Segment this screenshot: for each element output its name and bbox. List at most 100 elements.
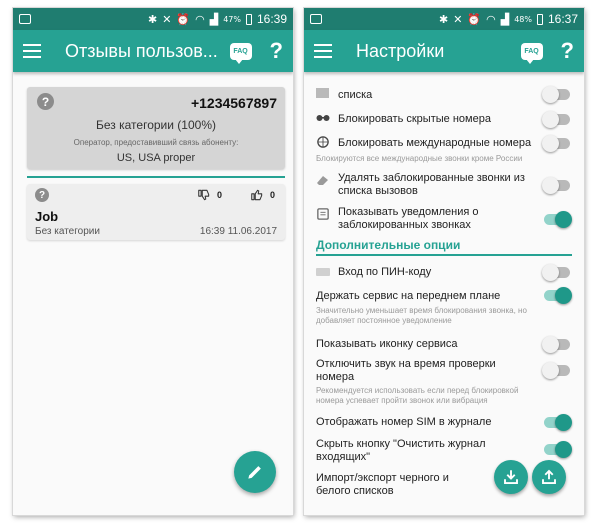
setting-label-cont: заблокированных звонках [338, 219, 471, 231]
setting-label: Показывать иконку сервиса [316, 338, 458, 350]
toggle-switch[interactable] [542, 264, 570, 281]
menu-icon[interactable] [23, 44, 41, 58]
menu-icon[interactable] [314, 44, 332, 58]
setting-label: Блокировать скрытые номера [338, 113, 491, 125]
bluetooth-icon: ✱ [438, 12, 449, 26]
setting-delete-blocked[interactable]: Удалять заблокированные звонки из списка… [316, 170, 572, 200]
toggle-switch[interactable] [544, 211, 572, 228]
app-title: Настройки [356, 40, 445, 61]
eraser-icon [317, 176, 328, 185]
divider [27, 176, 285, 178]
status-bar: ✱ ✕ ⏰ ◠ ▟ 47% 16:39 [13, 8, 293, 30]
phone-screen-settings: ✱ ✕ ⏰ ◠ ▟ 48% 16:37 Настройки FAQ ? спис… [304, 8, 584, 515]
setting-label: Отображать номер SIM в журнале [316, 416, 492, 428]
dislike-count: 0 [216, 190, 222, 200]
section-header-extra: Дополнительные опции [316, 238, 461, 252]
review-datetime: 16:39 11.06.2017 [199, 226, 277, 237]
setting-label-cont: номера [316, 371, 355, 383]
add-review-button[interactable] [234, 451, 276, 493]
setting-label: Отключить звук на время проверки [316, 358, 496, 370]
setting-label-cont: входящих" [316, 451, 371, 463]
app-bar: Отзывы пользов... FAQ ? [13, 30, 293, 72]
thumbs-down-icon[interactable] [197, 188, 211, 202]
mute-icon: ✕ [453, 12, 463, 26]
import-button[interactable] [494, 460, 528, 494]
setting-label: Блокировать международные номера [338, 137, 532, 149]
setting-block-hidden[interactable]: Блокировать скрытые номера [316, 110, 572, 128]
alarm-icon: ⏰ [176, 12, 191, 26]
setting-label: Удалять заблокированные звонки из [338, 172, 525, 184]
mute-icon: ✕ [162, 12, 172, 26]
setting-sim-in-log[interactable]: Отображать номер SIM в журнале [316, 414, 572, 434]
export-button[interactable] [532, 460, 566, 494]
toggle-switch[interactable] [542, 177, 570, 194]
setting-show-notifications[interactable]: Показывать уведомления о заблокированных… [316, 202, 572, 232]
list-icon [316, 88, 329, 98]
status-bar: ✱ ✕ ⏰ ◠ ▟ 48% 16:37 [304, 8, 584, 30]
setting-description: Блокируются все международные звонки кро… [316, 154, 523, 163]
signal-icon: ▟ [500, 12, 510, 26]
battery-percent: 47% [223, 14, 241, 24]
toggle-switch[interactable] [542, 86, 570, 103]
help-icon[interactable]: ? [270, 38, 283, 64]
section-divider [316, 254, 572, 256]
app-bar: Настройки FAQ ? [304, 30, 584, 72]
gallery-notification-icon [19, 14, 31, 24]
toggle-switch[interactable] [542, 135, 570, 152]
setting-description-cont: номера успевает пройти звонок или вибрац… [316, 396, 488, 405]
setting-description: Рекомендуется использовать если перед бл… [316, 386, 519, 395]
bluetooth-icon: ✱ [147, 12, 158, 26]
setting-label-cont: списка вызовов [338, 185, 418, 197]
setting-foreground-service[interactable]: Держать сервис на переднем плане Значите… [316, 287, 572, 328]
setting-lists-tail[interactable]: списка [316, 86, 572, 104]
incognito-glasses-icon [316, 115, 330, 121]
battery-percent: 48% [514, 14, 532, 24]
setting-block-international[interactable]: Блокировать международные номера Блокиру… [316, 134, 572, 164]
toggle-switch[interactable] [544, 414, 572, 431]
phone-screen-reviews: ✱ ✕ ⏰ ◠ ▟ 47% 16:39 Отзывы пользов... FA… [13, 8, 293, 515]
review-title: Job [35, 209, 59, 224]
alarm-icon: ⏰ [467, 12, 482, 26]
setting-pin-login[interactable]: Вход по ПИН-коду [316, 262, 572, 282]
unknown-category-icon: ? [35, 188, 49, 202]
like-count: 0 [269, 190, 275, 200]
upload-icon [542, 469, 556, 484]
toggle-switch[interactable] [544, 441, 572, 458]
operator-value: US, USA proper [116, 152, 196, 164]
battery-icon [245, 13, 252, 25]
pin-keyboard-icon [316, 268, 330, 276]
category-rating: Без категории (100%) [96, 118, 216, 132]
wifi-icon: ◠ [486, 12, 496, 26]
globe-icon [317, 136, 329, 148]
setting-mute-during-check[interactable]: Отключить звук на время проверки номера … [316, 356, 572, 410]
pencil-icon [248, 466, 261, 479]
status-time: 16:39 [256, 12, 287, 26]
setting-show-service-icon[interactable]: Показывать иконку сервиса [316, 336, 572, 356]
faq-icon[interactable]: FAQ [520, 42, 543, 64]
notification-card-icon [317, 208, 329, 220]
toggle-switch[interactable] [542, 111, 570, 128]
settings-list[interactable]: списка Блокировать скрытые номера Блокир… [304, 72, 584, 515]
toggle-switch[interactable] [542, 336, 570, 353]
app-title: Отзывы пользов... [65, 40, 218, 61]
review-category: Без категории [35, 226, 100, 237]
operator-label: Оператор, предоставивший связь абоненту: [73, 138, 239, 147]
thumbs-up-icon[interactable] [250, 188, 264, 202]
setting-label: Держать сервис на переднем плане [316, 290, 501, 302]
setting-label: Импорт/экспорт черного и [316, 472, 449, 484]
toggle-switch[interactable] [544, 287, 572, 304]
phone-number: +1234567897 [190, 95, 277, 111]
gallery-notification-icon [310, 14, 322, 24]
toggle-switch[interactable] [542, 362, 570, 379]
setting-label-cont: белого списков [316, 485, 394, 497]
setting-description-cont: добавляет постоянное уведомление [316, 316, 452, 325]
setting-hide-clear-button[interactable]: Скрыть кнопку "Очистить журнал входящих" [316, 436, 572, 466]
unknown-category-icon: ? [37, 93, 54, 110]
status-time: 16:37 [547, 12, 578, 26]
review-card[interactable]: ? 0 0 Job Без категории 16:39 11.06.2017 [27, 184, 285, 240]
setting-label: Скрыть кнопку "Очистить журнал [316, 438, 486, 450]
wifi-icon: ◠ [195, 12, 205, 26]
faq-icon[interactable]: FAQ [229, 42, 252, 64]
help-icon[interactable]: ? [561, 38, 574, 64]
number-summary-card: ? +1234567897 Без категории (100%) Опера… [27, 87, 285, 169]
